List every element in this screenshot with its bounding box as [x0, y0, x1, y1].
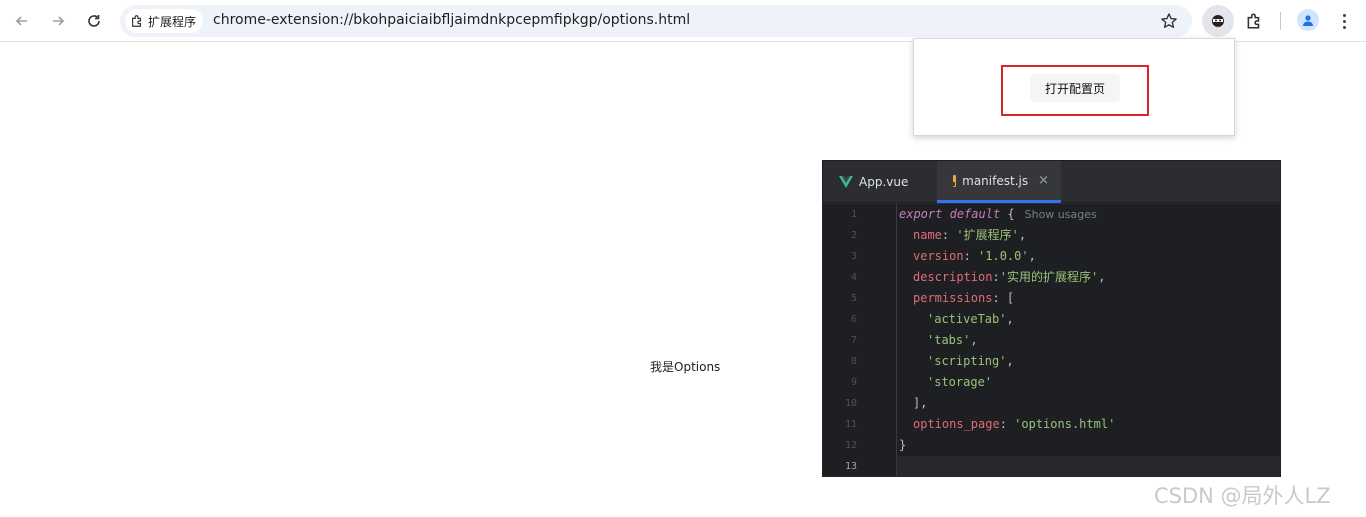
string: 'scripting' [927, 354, 1007, 368]
back-button[interactable] [10, 9, 34, 33]
punctuation: : [ [992, 291, 1015, 305]
line-number: 7 [850, 335, 857, 346]
code-line: ], [913, 393, 927, 414]
line-number: 11 [844, 419, 857, 430]
code-line: } [899, 435, 906, 456]
options-page-text: 我是Options [650, 360, 721, 374]
line-number: 5 [850, 293, 857, 304]
string: 'activeTab' [927, 312, 1007, 326]
string: 'storage' [927, 375, 993, 389]
property: options_page [913, 417, 1000, 431]
tab-manifest-js[interactable]: manifest.js × [937, 161, 1061, 203]
punctuation: { [1000, 207, 1015, 221]
line-number: 13 [844, 461, 857, 472]
extensions-button[interactable] [1242, 9, 1266, 33]
string: '实用的扩展程序' [999, 270, 1099, 284]
person-icon [1303, 15, 1313, 26]
line-number: 4 [850, 272, 857, 283]
arrow-left-icon [15, 16, 27, 26]
line-number: 3 [850, 251, 857, 262]
profile-button[interactable] [1297, 9, 1319, 31]
property: version [913, 249, 964, 263]
site-info-chip[interactable]: 扩展程序 [125, 9, 204, 33]
code-line: 'storage' [927, 372, 992, 393]
open-options-button[interactable]: 打开配置页 [1030, 74, 1120, 102]
watermark: CSDN @局外人LZ [1154, 484, 1331, 508]
toolbar-divider [1280, 12, 1281, 30]
line-number: 8 [850, 356, 857, 367]
code-editor-window: App.vue manifest.js × 1 2 3 4 5 6 7 8 9 … [822, 160, 1281, 477]
bookmark-star-icon[interactable] [1160, 12, 1178, 30]
punctuation: ], [913, 396, 928, 410]
line-gutter: 1 2 3 4 5 6 7 8 9 10 11 12 13 [823, 204, 897, 476]
code-line: description:'实用的扩展程序', [913, 270, 1106, 284]
code-line: 'tabs', [927, 333, 978, 347]
url-text[interactable]: chrome-extension://bkohpaiciaibfljaimdnk… [213, 12, 690, 28]
reload-icon [88, 15, 100, 27]
tab-label: App.vue [859, 175, 909, 189]
extension-popup: 打开配置页 [913, 38, 1235, 136]
string: 'options.html' [1014, 417, 1116, 431]
vue-icon [839, 176, 853, 188]
arrow-right-icon [53, 16, 65, 26]
js-file-icon [950, 174, 957, 187]
active-extension-button[interactable] [1202, 5, 1234, 37]
string: '1.0.0' [978, 249, 1029, 263]
tab-label: manifest.js [962, 173, 1029, 188]
reload-button[interactable] [82, 9, 106, 33]
code-line: 'activeTab', [927, 312, 1014, 326]
dot-icon [1342, 13, 1346, 17]
editor-tabbar: App.vue manifest.js × [823, 161, 1280, 203]
address-bar[interactable]: 扩展程序 chrome-extension://bkohpaiciaibflja… [120, 5, 1192, 37]
property: description [913, 270, 993, 284]
chip-label: 扩展程序 [148, 14, 197, 29]
browser-toolbar: 扩展程序 chrome-extension://bkohpaiciaibflja… [0, 0, 1366, 42]
forward-button[interactable] [46, 9, 70, 33]
line-number: 6 [850, 314, 857, 325]
keyword: default [949, 207, 1001, 221]
string: '扩展程序' [956, 228, 1019, 242]
more-menu-button[interactable] [1334, 9, 1354, 33]
line-number: 2 [850, 230, 857, 241]
inlay-hint[interactable]: Show usages [1025, 208, 1097, 221]
line-number: 10 [844, 398, 857, 409]
code-line: 'scripting', [927, 354, 1014, 368]
keyword: export [899, 207, 943, 221]
dot-icon [1342, 19, 1346, 23]
puzzle-icon [1247, 13, 1260, 29]
tab-app-vue[interactable]: App.vue [823, 161, 937, 203]
code-line: options_page: 'options.html' [913, 417, 1116, 431]
code-line: name: '扩展程序', [913, 228, 1027, 242]
code-line: permissions: [ [913, 288, 1014, 309]
line-number: 1 [850, 209, 857, 220]
property: name [913, 228, 942, 242]
string: 'tabs' [927, 333, 971, 347]
ninja-extension-icon [1212, 15, 1224, 28]
property: permissions [913, 291, 993, 305]
code-line: version: '1.0.0', [913, 249, 1036, 263]
close-icon[interactable]: × [1038, 173, 1049, 188]
dot-icon [1342, 25, 1346, 29]
punctuation: } [899, 438, 907, 452]
extension-icon [132, 15, 142, 27]
editor-body[interactable]: 1 2 3 4 5 6 7 8 9 10 11 12 13 export def… [823, 204, 1280, 477]
line-number: 12 [844, 440, 857, 451]
line-number: 9 [850, 377, 857, 388]
code-line: export default { Show usages [899, 204, 1097, 225]
